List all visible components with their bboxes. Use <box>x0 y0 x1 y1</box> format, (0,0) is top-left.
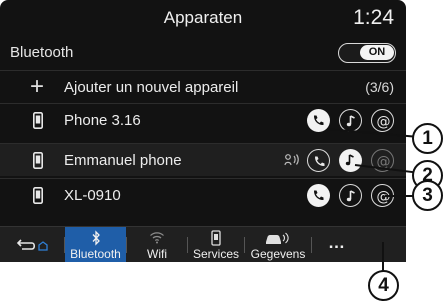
device-row[interactable]: XL-0910 @ <box>0 178 406 211</box>
plus-icon: + <box>30 73 45 100</box>
phone-services-icon <box>211 230 221 246</box>
phone-icon <box>314 156 325 167</box>
more-options-button[interactable]: … <box>312 227 362 262</box>
tab-gegevens[interactable]: Gegevens <box>245 227 311 262</box>
smartphone-icon <box>33 187 43 204</box>
device-count: (3/6) <box>365 79 394 95</box>
media-audio-button[interactable] <box>339 149 362 172</box>
phone-call-button[interactable] <box>307 184 330 207</box>
bottom-tab-bar: Bluetooth Wifi Services Gegevens … <box>0 226 406 262</box>
device-row[interactable]: Emmanuel phone @ <box>0 143 406 176</box>
tab-wifi[interactable]: Wifi <box>127 227 187 262</box>
add-device-label: Ajouter un nouvel appareil <box>64 79 239 96</box>
bluetooth-icon <box>92 230 100 246</box>
more-options-icon: … <box>328 233 346 252</box>
device-name: Phone 3.16 <box>64 112 141 129</box>
music-note-icon <box>346 190 355 202</box>
back-arrow-icon <box>16 239 48 251</box>
callout-marker-3: 3 <box>412 180 443 211</box>
at-sign-icon: @ <box>377 114 391 130</box>
svg-text:@: @ <box>377 189 391 205</box>
tab-label: Wifi <box>147 247 167 261</box>
tab-label: Bluetooth <box>70 247 121 261</box>
device-name: Emmanuel phone <box>64 152 182 169</box>
tab-bluetooth[interactable]: Bluetooth <box>65 227 126 262</box>
connected-car-icon <box>266 232 289 244</box>
phone-icon <box>313 190 324 201</box>
data-sharing-button[interactable]: @ <box>371 109 394 132</box>
tab-label: Gegevens <box>250 247 306 261</box>
tab-services[interactable]: Services <box>188 227 244 262</box>
back-button[interactable] <box>0 227 64 262</box>
clock: 1:24 <box>353 6 394 29</box>
callout-line-3 <box>385 195 415 197</box>
device-name: XL-0910 <box>64 187 121 204</box>
phone-call-button[interactable] <box>307 149 330 172</box>
svg-text:@: @ <box>377 114 391 130</box>
media-audio-button[interactable] <box>339 184 362 207</box>
page-title: Apparaten <box>163 8 243 27</box>
smartphone-icon <box>33 152 43 169</box>
wifi-icon <box>150 232 164 244</box>
bluetooth-toggle[interactable]: ON <box>338 43 396 63</box>
music-note-icon <box>345 154 354 166</box>
bluetooth-label: Bluetooth <box>10 44 74 61</box>
tab-label: Services <box>192 247 239 261</box>
callout-marker-1: 1 <box>412 123 443 154</box>
speaking-icon <box>284 154 299 166</box>
header: Apparaten 1:24 <box>0 0 406 36</box>
callout-marker-4: 4 <box>368 270 399 301</box>
toggle-state: ON <box>360 45 394 60</box>
add-device-row[interactable]: + Ajouter un nouvel appareil (3/6) <box>0 70 406 103</box>
smartphone-icon <box>33 112 43 129</box>
bluetooth-row: Bluetooth ON <box>0 36 406 70</box>
